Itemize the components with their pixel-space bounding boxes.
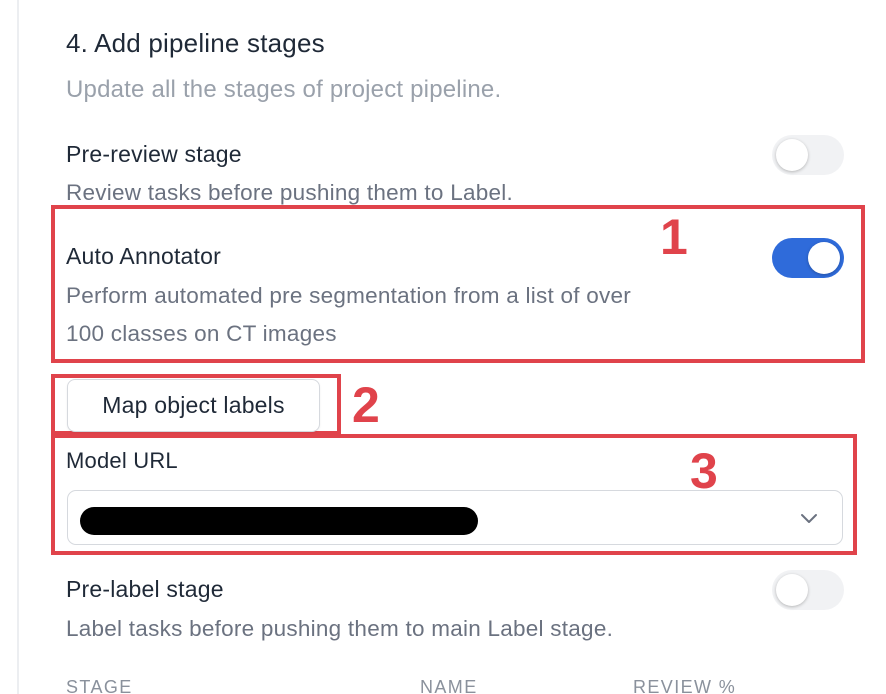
auto-annotator-description-line1: Perform automated pre segmentation from … [66, 283, 632, 308]
chevron-down-icon [801, 514, 817, 523]
table-header-name: NAME [420, 677, 478, 694]
redacted-value [80, 507, 478, 535]
toggle-knob [776, 574, 808, 606]
section-subtitle: Update all the stages of project pipelin… [66, 76, 502, 103]
table-header-review: REVIEW % [633, 677, 737, 694]
map-object-labels-button[interactable]: Map object labels [67, 379, 320, 432]
auto-annotator-description-line2: 100 classes on CT images [66, 321, 337, 346]
pre-label-toggle[interactable] [772, 570, 844, 610]
pre-label-description: Label tasks before pushing them to main … [66, 616, 614, 641]
model-url-label: Model URL [66, 448, 178, 473]
toggle-knob [776, 139, 808, 171]
pipeline-stages-page: 4. Add pipeline stages Update all the st… [0, 0, 886, 694]
annotation-number-2: 2 [352, 377, 380, 433]
annotation-number-1: 1 [660, 209, 688, 265]
left-divider [17, 0, 19, 694]
annotation-number-3: 3 [690, 443, 718, 499]
section-title: 4. Add pipeline stages [66, 28, 325, 58]
pre-review-toggle[interactable] [772, 135, 844, 175]
pre-label-title: Pre-label stage [66, 576, 224, 602]
auto-annotator-toggle[interactable] [772, 238, 844, 278]
pre-review-title: Pre-review stage [66, 141, 242, 167]
auto-annotator-title: Auto Annotator [66, 243, 221, 269]
toggle-knob [808, 242, 840, 274]
model-url-select[interactable] [67, 490, 843, 545]
table-header-stage: STAGE [66, 677, 133, 694]
